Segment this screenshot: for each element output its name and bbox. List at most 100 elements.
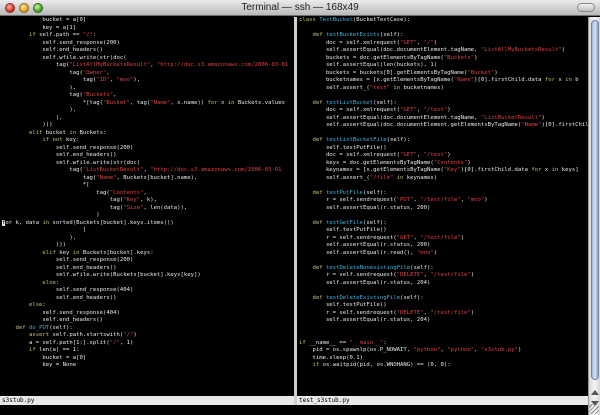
code-token: , Buckets[bucket].name), xyxy=(116,174,198,181)
code-line: self.send_response(200) xyxy=(0,145,294,153)
scrollbar-thumb[interactable] xyxy=(591,20,599,380)
code-token: k, data xyxy=(12,219,43,226)
code-token: def xyxy=(15,324,26,331)
code-token: Buckets[bucket].keys: xyxy=(79,249,154,256)
code-token: tag( xyxy=(2,69,83,76)
code-line: self.assertEqual(r.status, 200) xyxy=(297,242,588,250)
code-token: testPutFile xyxy=(325,189,364,196)
code-token: , xyxy=(416,39,424,46)
window-title: Terminal — ssh — 168x49 xyxy=(241,2,359,13)
code-line: keys = doc.getElementsByTagName("Content… xyxy=(297,160,588,168)
code-line: *[ xyxy=(0,182,294,190)
code-token: "/test/file" xyxy=(430,272,471,278)
code-token: "Size" xyxy=(123,204,144,211)
code-token: self.testPutFile() xyxy=(299,227,387,233)
editor-pane-left[interactable]: bucket = a[0] key = a[1] if self.path ==… xyxy=(0,17,294,396)
code-token: , len(data)), xyxy=(143,204,188,211)
editor-pane-right[interactable]: class TestBucket(BucketTestCase): def te… xyxy=(297,17,588,396)
code-token: tag( xyxy=(2,167,83,173)
code-token: *[ xyxy=(2,182,90,188)
code-token: "ListAllMyBucketsResult" xyxy=(69,62,151,68)
code-token: "http://doc.s3.amazonaws.com/2006-03-01 xyxy=(156,62,289,68)
code-line: ))) xyxy=(0,242,294,250)
code-token: self.wfile.write(Buckets[bucket].keys[ke… xyxy=(2,272,201,278)
code-token: "Contents" xyxy=(433,159,468,166)
code-line: bucketnames = [x.getElementsByTagName("N… xyxy=(297,77,588,85)
code-line: *[tag("Bucket", tag("Name", x.name)) for… xyxy=(0,100,294,108)
code-token: def xyxy=(312,219,323,226)
code-token: self.testPutFile() xyxy=(299,302,387,308)
code-token: if xyxy=(299,339,306,346)
code-token: "GET" xyxy=(400,152,417,158)
code-token: for xyxy=(207,99,218,106)
code-token: self.end_headers() xyxy=(2,264,117,271)
code-token: "moo" xyxy=(416,249,434,256)
code-token: self.send_response(404) xyxy=(2,287,134,293)
code-line: def testListBucket(self): xyxy=(297,100,588,108)
code-token: "moo" xyxy=(467,197,485,203)
code-line: bucket = a[0] xyxy=(0,17,294,25)
code-line: self.assertEqual(doc.documentElement.get… xyxy=(297,122,588,130)
code-line: key = a[1] xyxy=(0,25,294,33)
code-token: ) xyxy=(470,309,475,316)
code-token: testBucketExists xyxy=(325,32,380,38)
code-token: sorted(Buckets[bucket].keys.items()) xyxy=(49,219,174,226)
scroll-up-arrow-icon[interactable] xyxy=(591,390,599,395)
code-token: keynames = [x.getElementsByTagName( xyxy=(299,167,444,173)
code-line: tag("Owner", xyxy=(0,70,294,78)
code-token: "moo" xyxy=(116,77,134,83)
code-token: time.sleep(0.1) xyxy=(299,354,363,361)
code-token: if not xyxy=(42,137,63,143)
scrollbar[interactable] xyxy=(588,17,600,415)
code-token: self.assertEqual(len(buckets), 1) xyxy=(299,62,438,68)
code-token: self.assert_( xyxy=(299,84,370,91)
code-line: r = self.sendrequest("DELETE", "/test/fi… xyxy=(297,310,588,318)
command-line[interactable] xyxy=(0,405,588,415)
code-token: ), xyxy=(2,107,77,113)
code-line: self.wfile.write(str(doc( xyxy=(0,55,294,63)
code-line: self.assertEqual(len(buckets), 1) xyxy=(297,62,588,70)
code-token: (BucketTestCase): xyxy=(352,17,411,23)
code-line: ), xyxy=(0,115,294,123)
code-token: TestBucket xyxy=(319,17,353,23)
code-token: (self): xyxy=(363,189,387,196)
title-bar[interactable]: Terminal — ssh — 168x49 xyxy=(0,0,600,16)
code-token: os.waitpid(pid, os.WNOHANG) == (0, 0): xyxy=(319,362,451,368)
code-token: ), xyxy=(133,77,141,83)
code-token: ) xyxy=(460,234,465,241)
code-token: ) xyxy=(517,347,522,353)
code-token: testListBucketFile xyxy=(325,137,387,143)
code-token: for xyxy=(544,77,555,83)
code-token: keys] xyxy=(558,167,579,173)
toolbar-toggle-button[interactable] xyxy=(577,3,595,12)
code-token: def xyxy=(312,189,323,196)
code-token: keys = doc.getElementsByTagName( xyxy=(299,159,434,166)
code-token: "Key" xyxy=(123,197,141,203)
code-line: def testDeleteNonexistingFile(self): xyxy=(297,265,588,273)
code-token: Buckets: xyxy=(76,129,107,136)
code-token: "GET" xyxy=(400,39,417,46)
code-line: self.end_headers() xyxy=(0,265,294,273)
code-line: pid = os.spawnlp(os.P_NOWAIT, "python", … xyxy=(297,347,588,355)
code-token: "ID" xyxy=(96,77,110,83)
code-token: "Name" xyxy=(96,174,117,181)
code-token: "__main__" xyxy=(349,339,384,346)
terminal-window: Terminal — ssh — 168x49 bucket = a[0] ke… xyxy=(0,0,600,415)
resize-grip-icon[interactable] xyxy=(589,404,599,414)
code-line: self.assert_("test" in bucketnames) xyxy=(297,85,588,93)
code-token: "ListBucketResult" xyxy=(480,114,542,121)
code-line: self.wfile.write(Buckets[bucket].keys[ke… xyxy=(0,272,294,280)
code-token: "/test/file" xyxy=(420,234,461,241)
code-token: (self): xyxy=(49,324,73,331)
code-line: ), xyxy=(0,107,294,115)
code-token: ) xyxy=(561,47,566,53)
code-line: tag("Size", len(data)), xyxy=(0,205,294,213)
code-token: if xyxy=(28,32,36,38)
code-token: if xyxy=(28,347,36,353)
code-token: bucket xyxy=(42,129,70,136)
